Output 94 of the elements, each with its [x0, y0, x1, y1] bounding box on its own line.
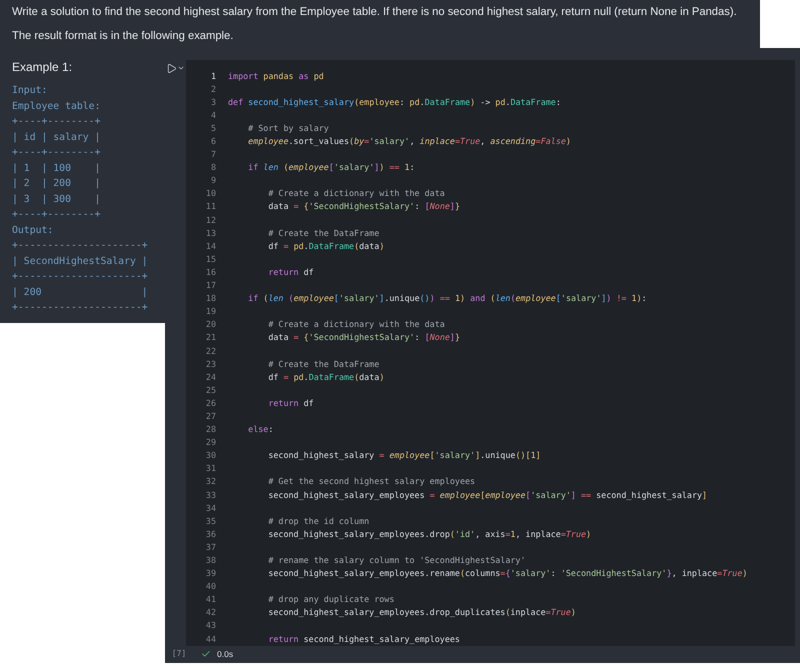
- code-line: import pandas as pd: [228, 70, 324, 81]
- caret-icon: [177, 64, 185, 72]
- line-number: 2: [210, 84, 217, 94]
- line-number: 39: [204, 568, 217, 578]
- code-line: # rename the salary column to 'SecondHighestSalary': [267, 555, 526, 566]
- line-number: 20: [204, 319, 217, 330]
- code-line: return df: [267, 398, 314, 408]
- code-line: if (len (employee['salary'].unique()) == 1) and (len(employee['salary']) != 1):: [247, 293, 647, 304]
- code-line: if len (employee['salary']) == 1:: [247, 162, 415, 172]
- code-line: # Create the DataFrame: [267, 358, 380, 369]
- line-number: 14: [204, 240, 217, 251]
- line-number: 42: [204, 607, 217, 618]
- example-text-line: +----+--------+: [12, 115, 102, 129]
- line-number: 21: [204, 332, 217, 342]
- code-line: df = pd.DataFrame(data): [267, 240, 384, 251]
- code-line: # drop the id column: [267, 516, 370, 526]
- line-number: 11: [204, 201, 217, 212]
- code-line: # Sort by salary: [247, 122, 329, 133]
- line-number: 29: [204, 437, 217, 448]
- example-text-line: Employee table:: [12, 100, 102, 114]
- description-text: The result format is in the following example.: [12, 29, 234, 44]
- execution-time: 0.0s: [217, 648, 234, 658]
- line-number: 38: [204, 555, 217, 566]
- line-number: 3: [210, 96, 217, 107]
- code-line: return df: [267, 266, 314, 277]
- code-line: df = pd.DataFrame(data): [267, 372, 384, 382]
- line-number: 34: [204, 502, 217, 513]
- code-line: # Create the DataFrame: [267, 228, 380, 238]
- line-number: 12: [204, 214, 217, 225]
- line-number: 16: [204, 266, 217, 277]
- run-button[interactable]: [166, 62, 185, 74]
- example-text-line: +----+--------+: [12, 208, 102, 222]
- code-line: second_highest_salary = employee['salary'].unique()[1]: [267, 450, 541, 460]
- code-line: # Get the second highest salary employees: [267, 476, 476, 486]
- example-text-line: | 2 | 200 |: [12, 177, 102, 191]
- description-text: Write a solution to find the second highest salary from the Employee table. If there is no second highest salary, return null (return None in Pandas).: [12, 5, 737, 20]
- code-line: employee.sort_values(by='salary', inplace=True, ascending=False): [247, 136, 571, 146]
- line-number: 41: [204, 594, 217, 604]
- line-number: 24: [204, 372, 217, 382]
- line-number: 40: [204, 581, 217, 592]
- line-number: 5: [210, 122, 217, 133]
- execution-count: [7]: [170, 649, 188, 658]
- code-line: data = {'SecondHighestSalary': [None]}: [267, 201, 460, 212]
- line-number: 9: [210, 175, 217, 186]
- line-number: 4: [210, 110, 217, 120]
- example-text-line: Input:: [12, 84, 48, 98]
- line-number: 6: [210, 136, 217, 146]
- example-text-line: | id | salary |: [12, 130, 102, 144]
- code-line: return second_highest_salary_employees: [267, 634, 460, 644]
- line-number: 17: [204, 280, 217, 290]
- code-line: second_highest_salary_employees.drop('id', axis=1, inplace=True): [267, 528, 592, 539]
- line-number: 8: [210, 162, 217, 172]
- example-text-line: | 1 | 100 |: [12, 162, 102, 176]
- code-line: data = {'SecondHighestSalary': [None]}: [267, 332, 460, 342]
- example-heading: Example 1:: [12, 60, 74, 74]
- play-icon: [166, 62, 177, 74]
- line-number: 10: [204, 188, 217, 198]
- line-number: 32: [204, 476, 217, 486]
- line-number: 35: [204, 516, 217, 526]
- line-number: 25: [204, 384, 217, 395]
- line-number: 18: [204, 293, 217, 304]
- line-number: 43: [204, 620, 217, 630]
- line-number: 30: [204, 450, 217, 460]
- code-line: def second_highest_salary(employee: pd.DataFrame) -> pd.DataFrame:: [228, 96, 561, 107]
- code-line: second_highest_salary_employees = employee[employee['salary'] == second_highest_salary]: [267, 490, 708, 500]
- line-number: 36: [204, 528, 217, 539]
- example-text-line: | 200 |: [12, 286, 149, 300]
- line-number: 44: [204, 634, 217, 644]
- line-number: 26: [204, 398, 217, 408]
- line-number: 1: [210, 70, 217, 81]
- example-text-line: +---------------------+: [12, 301, 149, 315]
- line-number: 37: [204, 542, 217, 552]
- line-number: 13: [204, 228, 217, 238]
- line-number: 23: [204, 358, 217, 369]
- code-line: # Create a dictionary with the data: [267, 319, 445, 330]
- line-number: 15: [204, 254, 217, 264]
- line-number: 28: [204, 424, 217, 434]
- code-line: # drop any duplicate rows: [267, 594, 394, 604]
- line-number: 31: [204, 463, 217, 474]
- example-text-line: Output:: [12, 224, 54, 238]
- example-text-line: | SecondHighestSalary |: [12, 254, 149, 268]
- code-line: second_highest_salary_employees.drop_duplicates(inplace=True): [267, 607, 576, 618]
- example-text-line: +----+--------+: [12, 146, 102, 160]
- example-text-line: +---------------------+: [12, 239, 149, 253]
- line-number: 19: [204, 306, 217, 316]
- code-line: # Create a dictionary with the data: [267, 188, 445, 198]
- example-text-line: +---------------------+: [12, 270, 149, 284]
- line-number: 27: [204, 410, 217, 421]
- code-line: else:: [247, 424, 274, 434]
- code-line: second_highest_salary_employees.rename(columns={'salary': 'SecondHighestSalary'}, inplace=True): [267, 568, 748, 578]
- example-text-line: | 3 | 300 |: [12, 192, 102, 206]
- line-number: 33: [204, 490, 217, 500]
- line-number: 22: [204, 346, 217, 356]
- line-number: 7: [210, 149, 217, 160]
